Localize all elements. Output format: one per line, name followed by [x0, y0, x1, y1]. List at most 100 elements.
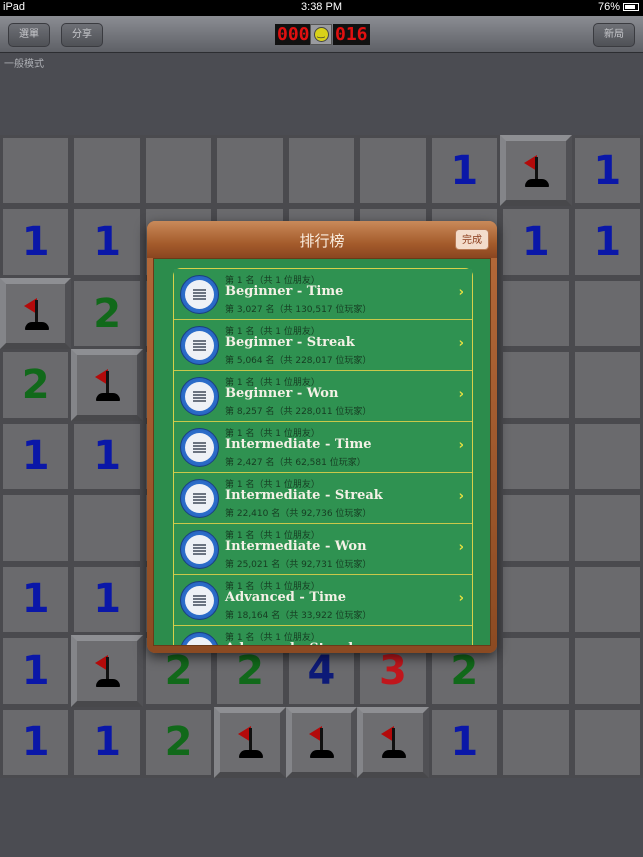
cell-number[interactable]: 1: [429, 135, 500, 206]
cell-value: 1: [450, 719, 479, 766]
leaderboard-row[interactable]: 第 1 名（共 1 位朋友） Advanced - Streak ›: [174, 626, 472, 645]
cell-value: 1: [93, 433, 122, 480]
cell-number[interactable]: 2: [143, 707, 214, 778]
chevron-right-icon: ›: [458, 285, 464, 300]
leaderboard-row[interactable]: 第 1 名（共 1 位朋友） Beginner - Won 第 8,257 名（…: [174, 371, 472, 422]
cell-flagged[interactable]: [357, 706, 429, 778]
cell-number[interactable]: 2: [0, 349, 71, 420]
cell-number[interactable]: 1: [0, 635, 71, 706]
leaderboard-panel: 第 1 名（共 1 位朋友） Beginner - Time 第 3,027 名…: [153, 258, 491, 646]
flag-icon: [235, 722, 265, 762]
cell-value: 3: [378, 647, 407, 694]
cell-flagged[interactable]: [285, 706, 358, 778]
leaderboard-icon: [180, 530, 219, 569]
leaderboard-row[interactable]: 第 1 名（共 1 位朋友） Beginner - Time 第 3,027 名…: [174, 269, 472, 320]
leaderboard-icon: [180, 479, 219, 518]
leaderboard-row[interactable]: 第 1 名（共 1 位朋友） Intermediate - Streak 第 2…: [174, 473, 472, 524]
cell-number[interactable]: 1: [500, 206, 571, 277]
cell-empty[interactable]: [500, 278, 571, 349]
mine-counter: 000: [275, 24, 312, 45]
cell-value: 1: [93, 719, 122, 766]
cell-number[interactable]: 1: [0, 564, 71, 635]
chevron-right-icon: ›: [458, 387, 464, 402]
leaderboard-title: Beginner - Won: [225, 386, 339, 401]
flag-icon: [21, 294, 51, 334]
cell-empty[interactable]: [572, 278, 643, 349]
cell-empty[interactable]: [500, 421, 571, 492]
cell-value: 1: [21, 219, 50, 266]
cell-empty[interactable]: [214, 135, 285, 206]
global-rank: 第 2,427 名（共 62,581 位玩家）: [225, 458, 366, 468]
new-game-button[interactable]: 新局: [593, 23, 635, 47]
leaderboard-row[interactable]: 第 1 名（共 1 位朋友） Intermediate - Won 第 25,0…: [174, 524, 472, 575]
leaderboard-icon: [180, 377, 219, 416]
cell-empty[interactable]: [572, 707, 643, 778]
cell-empty[interactable]: [500, 635, 571, 706]
cell-empty[interactable]: [0, 492, 71, 563]
cell-empty[interactable]: [500, 349, 571, 420]
battery-percent: 76%: [597, 1, 620, 13]
cell-number[interactable]: 1: [71, 421, 142, 492]
chevron-right-icon: ›: [458, 336, 464, 351]
cell-empty[interactable]: [71, 492, 142, 563]
mode-label: 一般模式: [4, 59, 44, 70]
cell-value: 1: [93, 219, 122, 266]
cell-empty[interactable]: [572, 492, 643, 563]
cell-empty[interactable]: [572, 635, 643, 706]
cell-flagged[interactable]: [0, 277, 72, 350]
done-button[interactable]: 完成: [455, 229, 489, 250]
cell-number[interactable]: 1: [0, 421, 71, 492]
cell-empty[interactable]: [500, 492, 571, 563]
cell-empty[interactable]: [143, 135, 214, 206]
cell-empty[interactable]: [572, 349, 643, 420]
cell-flagged[interactable]: [71, 349, 143, 421]
chevron-right-icon: ›: [458, 438, 464, 453]
cell-number[interactable]: 1: [0, 707, 71, 778]
cell-empty[interactable]: [357, 135, 428, 206]
leaderboard-dialog: 排行榜 完成 第 1 名（共 1 位朋友） Beginner - Time 第 …: [147, 221, 497, 653]
cell-number[interactable]: 1: [572, 206, 643, 277]
global-rank: 第 25,021 名（共 92,731 位玩家）: [225, 560, 372, 570]
flag-icon: [378, 722, 408, 762]
cell-empty[interactable]: [71, 135, 142, 206]
menu-button[interactable]: 選單: [8, 23, 50, 47]
cell-number[interactable]: 2: [71, 278, 142, 349]
cell-empty[interactable]: [0, 135, 71, 206]
share-button[interactable]: 分享: [61, 23, 103, 47]
cell-empty[interactable]: [286, 135, 357, 206]
dialog-title: 排行榜: [299, 232, 345, 250]
cell-flagged[interactable]: [71, 635, 143, 707]
leaderboard-row[interactable]: 第 1 名（共 1 位朋友） Beginner - Streak 第 5,064…: [174, 320, 472, 371]
cell-number[interactable]: 1: [71, 564, 142, 635]
cell-value: 1: [521, 219, 550, 266]
flag-icon: [92, 365, 122, 405]
cell-empty[interactable]: [500, 707, 571, 778]
cell-empty[interactable]: [500, 564, 571, 635]
leaderboard-icon: [180, 326, 219, 365]
cell-number[interactable]: 1: [0, 206, 71, 277]
cell-number[interactable]: 1: [71, 206, 142, 277]
cell-value: 2: [164, 719, 193, 766]
global-rank: 第 3,027 名（共 130,517 位玩家）: [225, 305, 372, 315]
timer: 016: [333, 24, 370, 45]
cell-number[interactable]: 1: [429, 707, 500, 778]
leaderboard-list[interactable]: 第 1 名（共 1 位朋友） Beginner - Time 第 3,027 名…: [173, 268, 473, 645]
cell-number[interactable]: 1: [71, 707, 142, 778]
chevron-right-icon: ›: [458, 540, 464, 555]
global-rank: 第 5,064 名（共 228,017 位玩家）: [225, 356, 372, 366]
cell-empty[interactable]: [572, 421, 643, 492]
leaderboard-row[interactable]: 第 1 名（共 1 位朋友） Intermediate - Time 第 2,4…: [174, 422, 472, 473]
cell-flagged[interactable]: [214, 706, 286, 778]
cell-empty[interactable]: [572, 564, 643, 635]
leaderboard-row[interactable]: 第 1 名（共 1 位朋友） Advanced - Time 第 18,164 …: [174, 575, 472, 626]
cell-value: 4: [307, 647, 336, 694]
reset-face-button[interactable]: ‿: [310, 24, 332, 45]
leaderboard-title: Advanced - Streak: [225, 641, 357, 645]
leaderboard-icon: [180, 632, 219, 645]
chevron-right-icon: ›: [458, 591, 464, 606]
leaderboard-title: Beginner - Time: [225, 284, 344, 299]
flag-icon: [521, 151, 551, 191]
flag-icon: [306, 722, 336, 762]
cell-flagged[interactable]: [500, 135, 572, 207]
cell-number[interactable]: 1: [572, 135, 643, 206]
